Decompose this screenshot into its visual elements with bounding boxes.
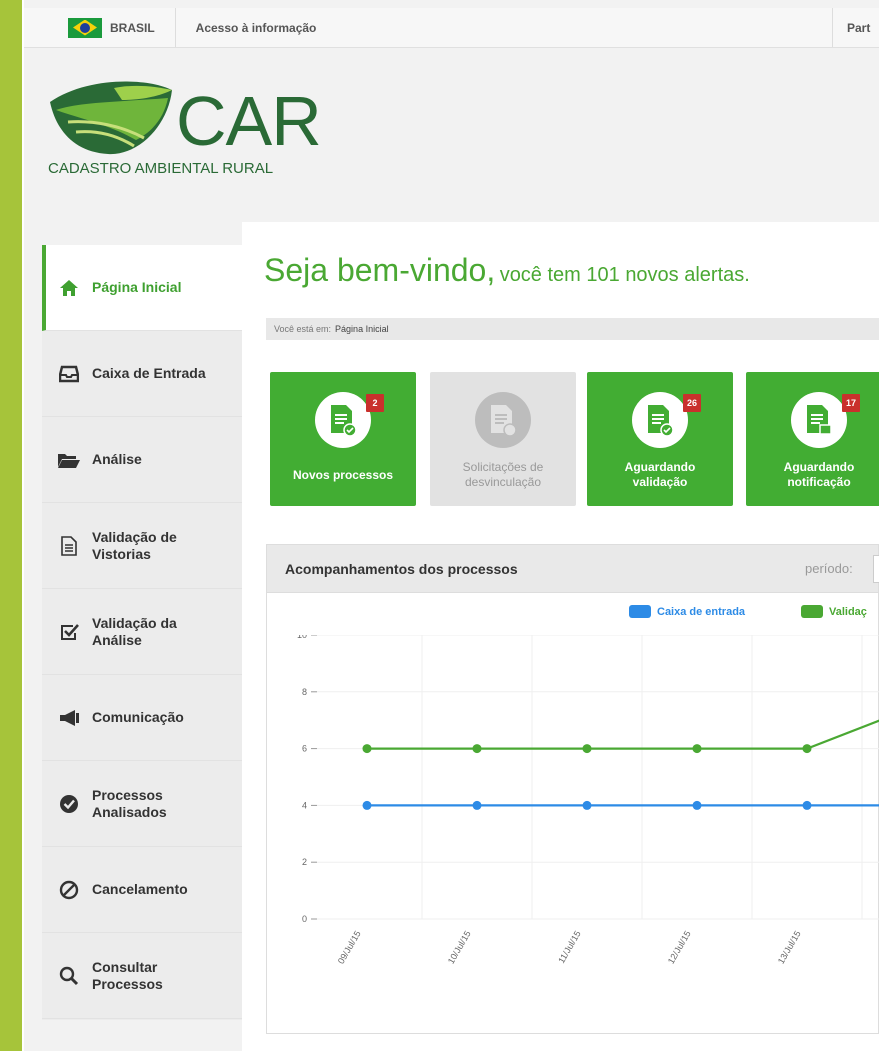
sidebar-item-caixa-de-entrada[interactable]: Caixa de Entrada (42, 331, 242, 417)
panel-title: Acompanhamentos dos processos (285, 560, 518, 577)
tile-label: Aguardando validação (624, 460, 696, 489)
data-point (692, 744, 702, 754)
data-point (802, 800, 812, 810)
sidebar-item-analise[interactable]: Análise (42, 417, 242, 503)
search-icon (56, 965, 82, 987)
sidebar-item-label: Validação de Vistorias (92, 528, 177, 562)
acesso-informacao-link[interactable]: Acesso à informação (176, 8, 337, 47)
document-icon (632, 392, 688, 448)
y-tick-label: 2 (302, 857, 307, 867)
sidebar-item-label: Análise (92, 451, 142, 467)
logo-subtitle: CADASTRO AMBIENTAL RURAL (48, 160, 274, 177)
check-square-icon (56, 621, 82, 643)
megaphone-icon (56, 707, 82, 729)
breadcrumb-current[interactable]: Página Inicial (335, 324, 389, 334)
data-point (692, 800, 702, 810)
stripe-line (22, 0, 24, 1051)
sidebar-item-label: Validação da Análise (92, 614, 177, 648)
breadcrumb: Você está em: Página Inicial (266, 318, 879, 340)
tile-badge: 26 (683, 394, 701, 412)
alerts-text: você tem 101 novos alertas. (499, 264, 750, 286)
data-point (582, 744, 592, 754)
tile-aguardando-notificacao[interactable]: 17 Aguardando notificação (746, 372, 879, 506)
x-tick-label: 13/Jul/15 (776, 929, 803, 966)
sidebar-item-label: Processos Analisados (92, 786, 167, 820)
sidebar-item-label: Consultar Processos (92, 958, 163, 992)
y-tick-label: 10 (297, 635, 307, 640)
series-line (367, 719, 879, 750)
tile-novos-processos[interactable]: 2 Novos processos (270, 372, 416, 506)
data-point (802, 744, 812, 754)
inbox-icon (56, 363, 82, 385)
periodo-select[interactable] (873, 555, 879, 583)
y-tick-label: 8 (302, 687, 307, 697)
sidebar-item-processos-analisados[interactable]: Processos Analisados (42, 761, 242, 847)
sidebar-item-label: Cancelamento (92, 881, 188, 897)
legend-swatch (629, 605, 651, 618)
document-icon (791, 392, 847, 448)
legend-caixa-de-entrada[interactable]: Caixa de entrada (629, 605, 745, 618)
document-icon (475, 392, 531, 448)
legend-label: Validaç (829, 605, 867, 618)
tile-badge: 17 (842, 394, 860, 412)
sidebar-item-label: Comunicação (92, 709, 184, 725)
home-icon (56, 277, 82, 299)
participe-link[interactable]: Part (832, 8, 870, 47)
legend-label: Caixa de entrada (657, 605, 746, 618)
data-point (472, 800, 482, 810)
sidebar-item-validacao-vistorias[interactable]: Validação de Vistorias (42, 503, 242, 589)
y-tick-label: 4 (302, 800, 307, 810)
tile-label: Aguardando notificação (783, 460, 855, 489)
brazil-flag-icon (68, 17, 102, 38)
sidebar-item-validacao-analise[interactable]: Validação da Análise (42, 589, 242, 675)
data-point (362, 800, 372, 810)
x-tick-label: 12/Jul/15 (666, 929, 693, 966)
legend-swatch (801, 605, 823, 618)
sidebar-item-comunicacao[interactable]: Comunicação (42, 675, 242, 761)
check-circle-icon (56, 793, 82, 815)
sidebar-item-pagina-inicial[interactable]: Página Inicial (42, 245, 242, 331)
car-logo[interactable]: CAR CADASTRO AMBIENTAL RURAL (48, 80, 348, 190)
gov-topbar: BRASIL Acesso à informação Part (24, 8, 879, 48)
brasil-label: BRASIL (110, 20, 155, 35)
ban-icon (56, 879, 82, 901)
document-icon (315, 392, 371, 448)
tile-aguardando-validacao[interactable]: 26 Aguardando validação (587, 372, 733, 506)
chart-panel: Acompanhamentos dos processos período: C… (266, 544, 879, 1034)
data-point (582, 800, 592, 810)
brasil-link[interactable]: BRASIL (24, 8, 176, 47)
sidebar-item-cancelamento[interactable]: Cancelamento (42, 847, 242, 933)
document-icon (56, 535, 82, 557)
data-point (362, 744, 372, 754)
periodo-label: período: (805, 561, 853, 576)
sidebar-nav: Página Inicial Caixa de Entrada Análise … (42, 245, 242, 1020)
tile-label: Solicitações de desvinculação (462, 460, 544, 489)
y-tick-label: 6 (302, 744, 307, 754)
tile-label: Novos processos (292, 468, 394, 482)
panel-header: Acompanhamentos dos processos período: (267, 545, 879, 593)
car-leaf-icon (50, 81, 172, 155)
tile-badge: 2 (366, 394, 384, 412)
x-tick-label: 11/Jul/15 (556, 929, 583, 965)
logo-title: CAR (176, 82, 322, 160)
sidebar-item-consultar-processos[interactable]: Consultar Processos (42, 933, 242, 1019)
legend-validacao[interactable]: Validaç (801, 605, 867, 618)
welcome-title: Seja bem-vindo, (264, 252, 496, 288)
welcome-heading: Seja bem-vindo, você tem 101 novos alert… (264, 252, 750, 289)
folder-open-icon (56, 449, 82, 471)
line-chart: 0 2 4 6 8 10 09/Jul/15 10/Jul/15 11/Jul/15 12/Jul… (297, 635, 879, 966)
sidebar-item-label: Página Inicial (92, 279, 182, 295)
x-tick-label: 09/Jul/15 (336, 929, 363, 966)
tile-solicitacoes-desvinculacao[interactable]: Solicitações de desvinculação (430, 372, 576, 506)
y-tick-label: 0 (302, 914, 307, 924)
breadcrumb-prefix: Você está em: (274, 324, 332, 334)
sidebar-item-label: Caixa de Entrada (92, 365, 206, 381)
data-point (472, 744, 482, 754)
main-content: Seja bem-vindo, você tem 101 novos alert… (242, 222, 879, 1051)
x-tick-label: 10/Jul/15 (446, 929, 473, 966)
left-stripe (0, 0, 22, 1051)
